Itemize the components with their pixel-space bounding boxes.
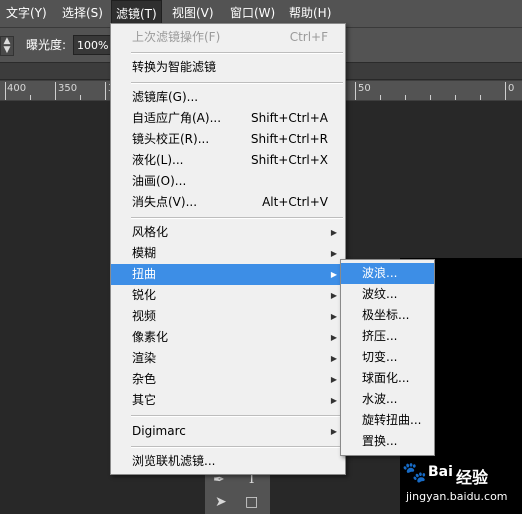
ruler-label: 350 <box>58 83 78 94</box>
separator <box>131 415 343 417</box>
submenu-item-pinch[interactable]: 挤压... <box>341 326 434 347</box>
submenu-item-shear[interactable]: 切变... <box>341 347 434 368</box>
watermark-logo-text: Bai <box>428 464 453 480</box>
rectangle-tool-icon[interactable]: □ <box>245 494 258 510</box>
menu-item-distort[interactable]: 扭曲 ▶ <box>111 264 345 285</box>
menu-item-noise[interactable]: 杂色 ▶ <box>111 369 345 390</box>
separator <box>131 446 343 448</box>
menu-item-other[interactable]: 其它 ▶ <box>111 390 345 411</box>
menu-item-convert-smart[interactable]: 转换为智能滤镜 <box>111 57 345 78</box>
submenu-item-twirl[interactable]: 旋转扭曲... <box>341 410 434 431</box>
submenu-item-wave[interactable]: 波浪... <box>341 263 434 284</box>
submenu-arrow-icon: ▶ <box>330 427 337 436</box>
menu-item-lens-correction[interactable]: 镜头校正(R)... Shift+Ctrl+R <box>111 129 345 150</box>
menu-type[interactable]: 文字(Y) <box>2 0 51 27</box>
menu-item-blur[interactable]: 模糊 ▶ <box>111 243 345 264</box>
tool-strip: ✒ T ➤ □ <box>205 470 270 514</box>
submenu-item-displace[interactable]: 置换... <box>341 431 434 452</box>
separator <box>131 217 343 219</box>
menu-item-liquify[interactable]: 液化(L)... Shift+Ctrl+X <box>111 150 345 171</box>
exposure-label: 曝光度: <box>26 38 67 52</box>
exposure-input[interactable]: 100% <box>73 35 111 55</box>
menu-item-browse-online[interactable]: 浏览联机滤镜... <box>111 451 345 472</box>
menu-item-pixelate[interactable]: 像素化 ▶ <box>111 327 345 348</box>
submenu-arrow-icon: ▶ <box>330 228 337 237</box>
submenu-item-ripple[interactable]: 波纹... <box>341 284 434 305</box>
baidu-jingyan-watermark: 🐾 Bai 经验 jingyan.baidu.com <box>398 458 522 514</box>
menu-item-sharpen[interactable]: 锐化 ▶ <box>111 285 345 306</box>
ruler-label: 0 <box>508 83 515 94</box>
watermark-brand: 经验 <box>456 468 489 487</box>
menu-item-stylize[interactable]: 风格化 ▶ <box>111 222 345 243</box>
submenu-arrow-icon: ▶ <box>330 312 337 321</box>
menu-item-last-filter[interactable]: 上次滤镜操作(F) Ctrl+F <box>111 27 345 48</box>
path-select-tool-icon[interactable]: ➤ <box>215 494 227 510</box>
submenu-arrow-icon: ▶ <box>330 396 337 405</box>
submenu-item-zigzag[interactable]: 水波... <box>341 389 434 410</box>
separator <box>131 52 343 54</box>
submenu-item-spherize[interactable]: 球面化... <box>341 368 434 389</box>
menu-item-render[interactable]: 渲染 ▶ <box>111 348 345 369</box>
submenu-item-polar[interactable]: 极坐标... <box>341 305 434 326</box>
filter-menu: 上次滤镜操作(F) Ctrl+F 转换为智能滤镜 滤镜库(G)... 自适应广角… <box>110 23 346 475</box>
submenu-arrow-icon: ▶ <box>330 333 337 342</box>
baidu-paw-logo-icon: 🐾 <box>402 460 427 484</box>
menu-item-oil-paint[interactable]: 油画(O)... <box>111 171 345 192</box>
menu-item-vanishing-point[interactable]: 消失点(V)... Alt+Ctrl+V <box>111 192 345 213</box>
menu-select[interactable]: 选择(S) <box>58 0 107 27</box>
ruler-label: 400 <box>7 83 27 94</box>
submenu-arrow-icon: ▶ <box>330 249 337 258</box>
distort-submenu: 波浪... 波纹... 极坐标... 挤压... 切变... 球面化... 水波… <box>340 259 435 456</box>
spinner-arrows-icon[interactable]: ▲ ▼ <box>0 36 14 56</box>
watermark-url: jingyan.baidu.com <box>406 490 508 503</box>
menu-item-video[interactable]: 视频 ▶ <box>111 306 345 327</box>
ruler-label: 50 <box>358 83 371 94</box>
menu-item-digimarc[interactable]: Digimarc ▶ <box>111 421 345 442</box>
separator <box>131 82 343 84</box>
submenu-arrow-icon: ▶ <box>330 291 337 300</box>
submenu-arrow-icon: ▶ <box>330 270 337 279</box>
submenu-arrow-icon: ▶ <box>330 354 337 363</box>
menu-item-adaptive-wide[interactable]: 自适应广角(A)... Shift+Ctrl+A <box>111 108 345 129</box>
submenu-arrow-icon: ▶ <box>330 375 337 384</box>
menu-item-filter-gallery[interactable]: 滤镜库(G)... <box>111 87 345 108</box>
